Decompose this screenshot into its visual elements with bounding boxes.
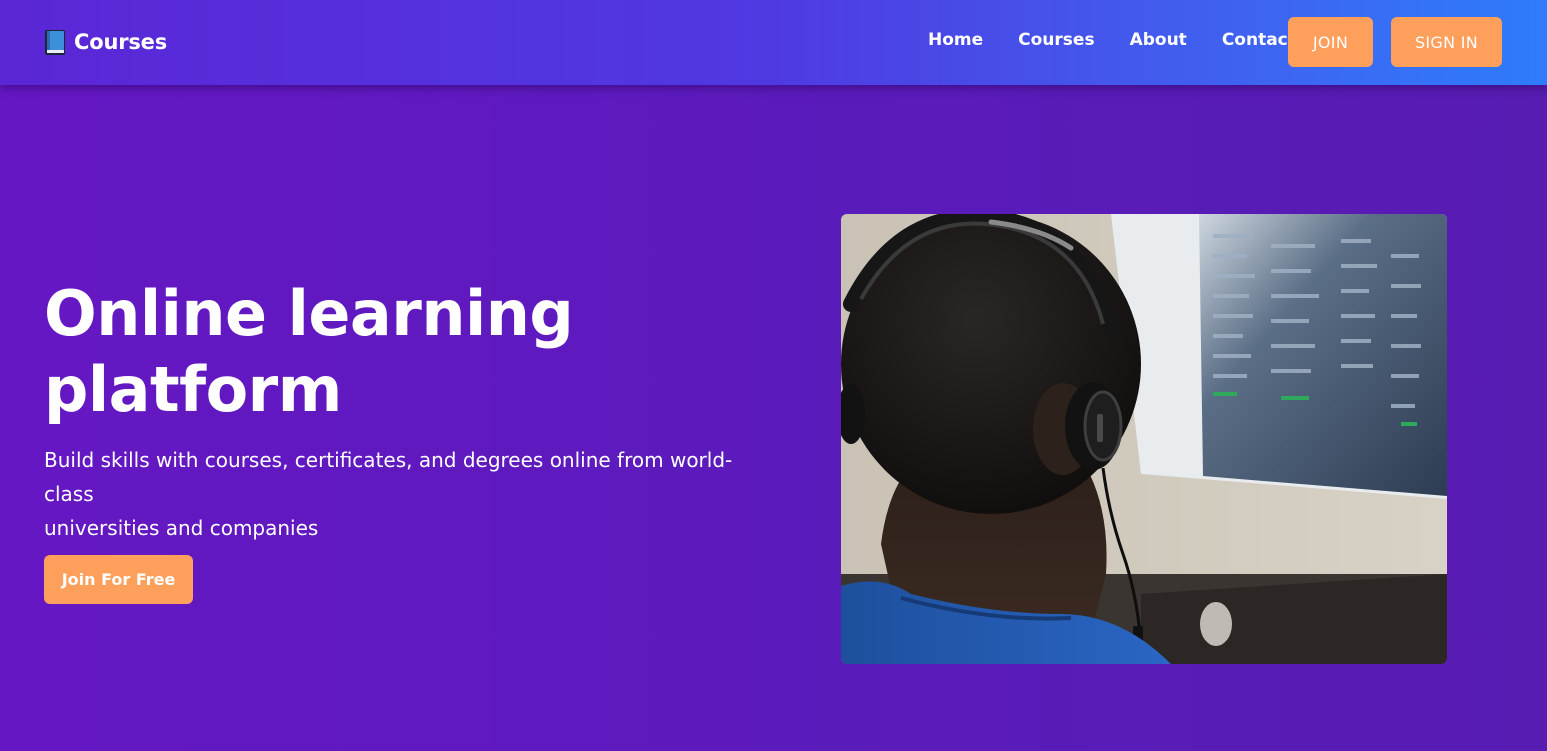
hero-image	[841, 214, 1447, 664]
brand-logo-link[interactable]: Courses	[44, 27, 167, 57]
hero-subtitle-line-1: Build skills with courses, certificates,…	[44, 448, 733, 506]
nav-link-courses[interactable]: Courses	[1018, 30, 1094, 50]
nav-link-home[interactable]: Home	[928, 30, 983, 50]
brand-name: Courses	[74, 30, 167, 54]
sign-in-button[interactable]: SIGN IN	[1391, 17, 1502, 67]
hero-subtitle-line-2: universities and companies	[44, 516, 319, 540]
top-navbar: Courses Home Courses About Contact JOIN …	[0, 0, 1547, 85]
main-nav: Home Courses About Contact	[928, 30, 1331, 50]
nav-link-about[interactable]: About	[1130, 30, 1187, 50]
hero-title-line-1: Online learning	[44, 277, 574, 350]
join-for-free-button[interactable]: Join For Free	[44, 555, 193, 604]
book-icon	[44, 29, 66, 56]
hero-subtitle: Build skills with courses, certificates,…	[44, 443, 764, 545]
join-button[interactable]: JOIN	[1288, 17, 1373, 67]
hero-title-line-2: platform	[44, 353, 342, 426]
hero-title: Online learning platform	[44, 276, 764, 428]
nav-link-contact[interactable]: Contact	[1222, 30, 1296, 50]
